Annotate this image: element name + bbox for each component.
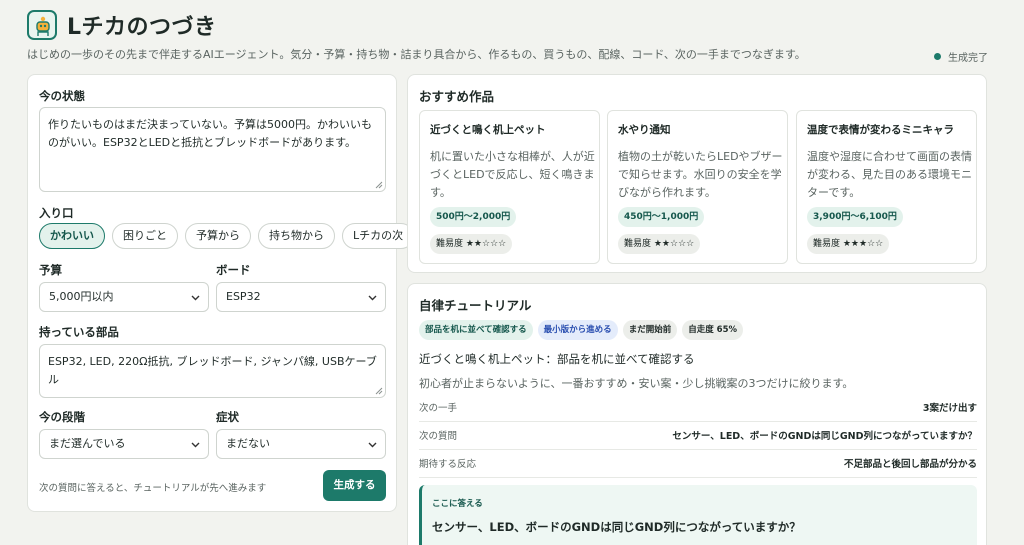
chevron-down-icon [368,295,377,301]
form-hint: 次の質問に答えると、チュートリアルが先へ進みます [39,483,267,494]
tutorial-panel: 自律チュートリアル 部品を机に並べて確認する 最小版から進める まだ開始前 自走… [407,283,987,545]
state-textarea[interactable]: 作りたいものはまだ決まっていない。予算は5000円。かわいいものがいい。ESP3… [39,107,386,192]
card-description: 机に置いた小さな相棒が、人が近づくとLEDで反応し、短く鳴きます。 [430,150,595,199]
step-description: 初心者が止まらないように、一番おすすめ・安い案・少し挑戦案の3つだけに絞ります。 [419,377,854,390]
difficulty-badge: 難易度 ★★☆☆☆ [618,234,701,254]
approach-badge: 最小版から進める [537,320,618,340]
progress-status-badge: まだ開始前 [622,320,678,340]
info-row-expected-response: 期待する反応 不足部品と後回し部品が分かる [419,450,977,478]
tutorial-badges: 部品を机に並べて確認する 最小版から進める まだ開始前 自走度 65% [419,320,744,340]
info-row-next-action: 次の一手 3案だけ出す [419,394,977,422]
recommend-card[interactable]: 水やり通知 植物の土が乾いたらLEDやブザーで知らせます。水回りの安全を学びなが… [607,110,788,264]
resize-handle-icon[interactable] [375,387,383,395]
input-form-panel: 今の状態 作りたいものはまだ決まっていない。予算は5000円。かわいいものがいい… [27,74,415,512]
status-indicator: 生成完了 [934,49,988,64]
app-header: Lチカのつづき [27,9,217,41]
entry-chip-kawaii[interactable]: かわいい [39,223,105,249]
card-description: 温度や湿度に合わせて画面の表情が変わる、見た目のある環境モニターです。 [807,150,972,199]
info-value: 3案だけ出す [922,403,977,414]
stage-value: まだ選んでいる [49,437,126,450]
card-description: 植物の土が乾いたらLEDやブザーで知らせます。水回りの安全を学びながら作れます。 [618,150,783,199]
board-select[interactable]: ESP32 [216,282,386,312]
chevron-down-icon [191,295,200,301]
app-subtitle: はじめの一歩のその先まで伴走するAIエージェント。気分・予算・持ち物・詰まり具合… [27,48,806,61]
budget-value: 5,000円以内 [49,290,114,303]
recommend-card[interactable]: 温度で表情が変わるミニキャラ 温度や湿度に合わせて画面の表情が変わる、見た目のあ… [796,110,977,264]
stage-label: 今の段階 [39,410,85,424]
answer-question: センサー、LED、ボードのGNDは同じGND列につながっていますか？ [432,520,801,534]
info-row-next-question: 次の質問 センサー、LED、ボードのGNDは同じGND列につながっていますか？ [419,422,977,450]
card-title: 温度で表情が変わるミニキャラ [807,124,954,136]
step-badge: 部品を机に並べて確認する [419,320,533,340]
symptom-select[interactable]: まだない [216,429,386,459]
price-badge: 450円〜1,000円 [618,207,705,227]
generate-button[interactable]: 生成する [323,470,386,501]
difficulty-badge: 難易度 ★★☆☆☆ [430,234,513,254]
resize-handle-icon[interactable] [375,181,383,189]
recommendations-panel: おすすめ作品 近づくと鳴く机上ペット 机に置いた小さな相棒が、人が近づくとLED… [407,74,987,273]
answer-box: ここに答える センサー、LED、ボードのGNDは同じGND列につながっていますか… [419,485,977,545]
entry-label: 入り口 [39,206,74,220]
recommendations-title: おすすめ作品 [419,89,495,104]
info-key: 期待する反応 [419,459,477,470]
difficulty-badge: 難易度 ★★★☆☆ [807,234,890,254]
info-key: 次の質問 [419,431,458,442]
stage-select[interactable]: まだ選んでいる [39,429,209,459]
status-text: 生成完了 [948,53,988,64]
parts-text: ESP32, LED, 220Ω抵抗, ブレッドボード, ジャンパ線, USBケ… [48,355,377,386]
parts-textarea[interactable]: ESP32, LED, 220Ω抵抗, ブレッドボード, ジャンパ線, USBケ… [39,344,386,398]
price-badge: 500円〜2,000円 [430,207,517,227]
board-label: ボード [216,263,251,277]
state-label: 今の状態 [39,89,85,103]
parts-label: 持っている部品 [39,325,119,339]
entry-chip-budget[interactable]: 予算から [185,223,251,249]
autonomy-badge: 自走度 65% [682,320,744,340]
entry-chip-after-led[interactable]: Lチカの次 [342,223,415,249]
chevron-down-icon [191,442,200,448]
app-title: Lチカのつづき [67,15,217,40]
symptom-value: まだない [226,437,270,450]
entry-chip-belongings[interactable]: 持ち物から [258,223,335,249]
status-dot-icon [934,53,941,60]
info-value: 不足部品と後回し部品が分かる [843,459,977,470]
info-value: センサー、LED、ボードのGNDは同じGND列につながっていますか？ [672,431,977,442]
board-value: ESP32 [226,290,261,303]
state-text: 作りたいものはまだ決まっていない。予算は5000円。かわいいものがいい。ESP3… [48,118,373,149]
step-title: 近づくと鳴く机上ペット：部品を机に並べて確認する [419,352,695,366]
card-title: 近づくと鳴く机上ペット [430,124,546,136]
entry-chip-trouble[interactable]: 困りごと [112,223,178,249]
budget-select[interactable]: 5,000円以内 [39,282,209,312]
card-title: 水やり通知 [618,124,671,136]
recommend-card[interactable]: 近づくと鳴く机上ペット 机に置いた小さな相棒が、人が近づくとLEDで反応し、短く… [419,110,600,264]
chevron-down-icon [368,442,377,448]
symptom-label: 症状 [216,410,239,424]
budget-label: 予算 [39,263,62,277]
robot-logo-icon [27,10,57,40]
tutorial-title: 自律チュートリアル [419,298,532,313]
entry-chip-group: かわいい 困りごと 予算から 持ち物から Lチカの次 [39,223,415,249]
info-key: 次の一手 [419,403,458,414]
answer-label: ここに答える [432,499,483,509]
price-badge: 3,900円〜6,100円 [807,207,903,227]
